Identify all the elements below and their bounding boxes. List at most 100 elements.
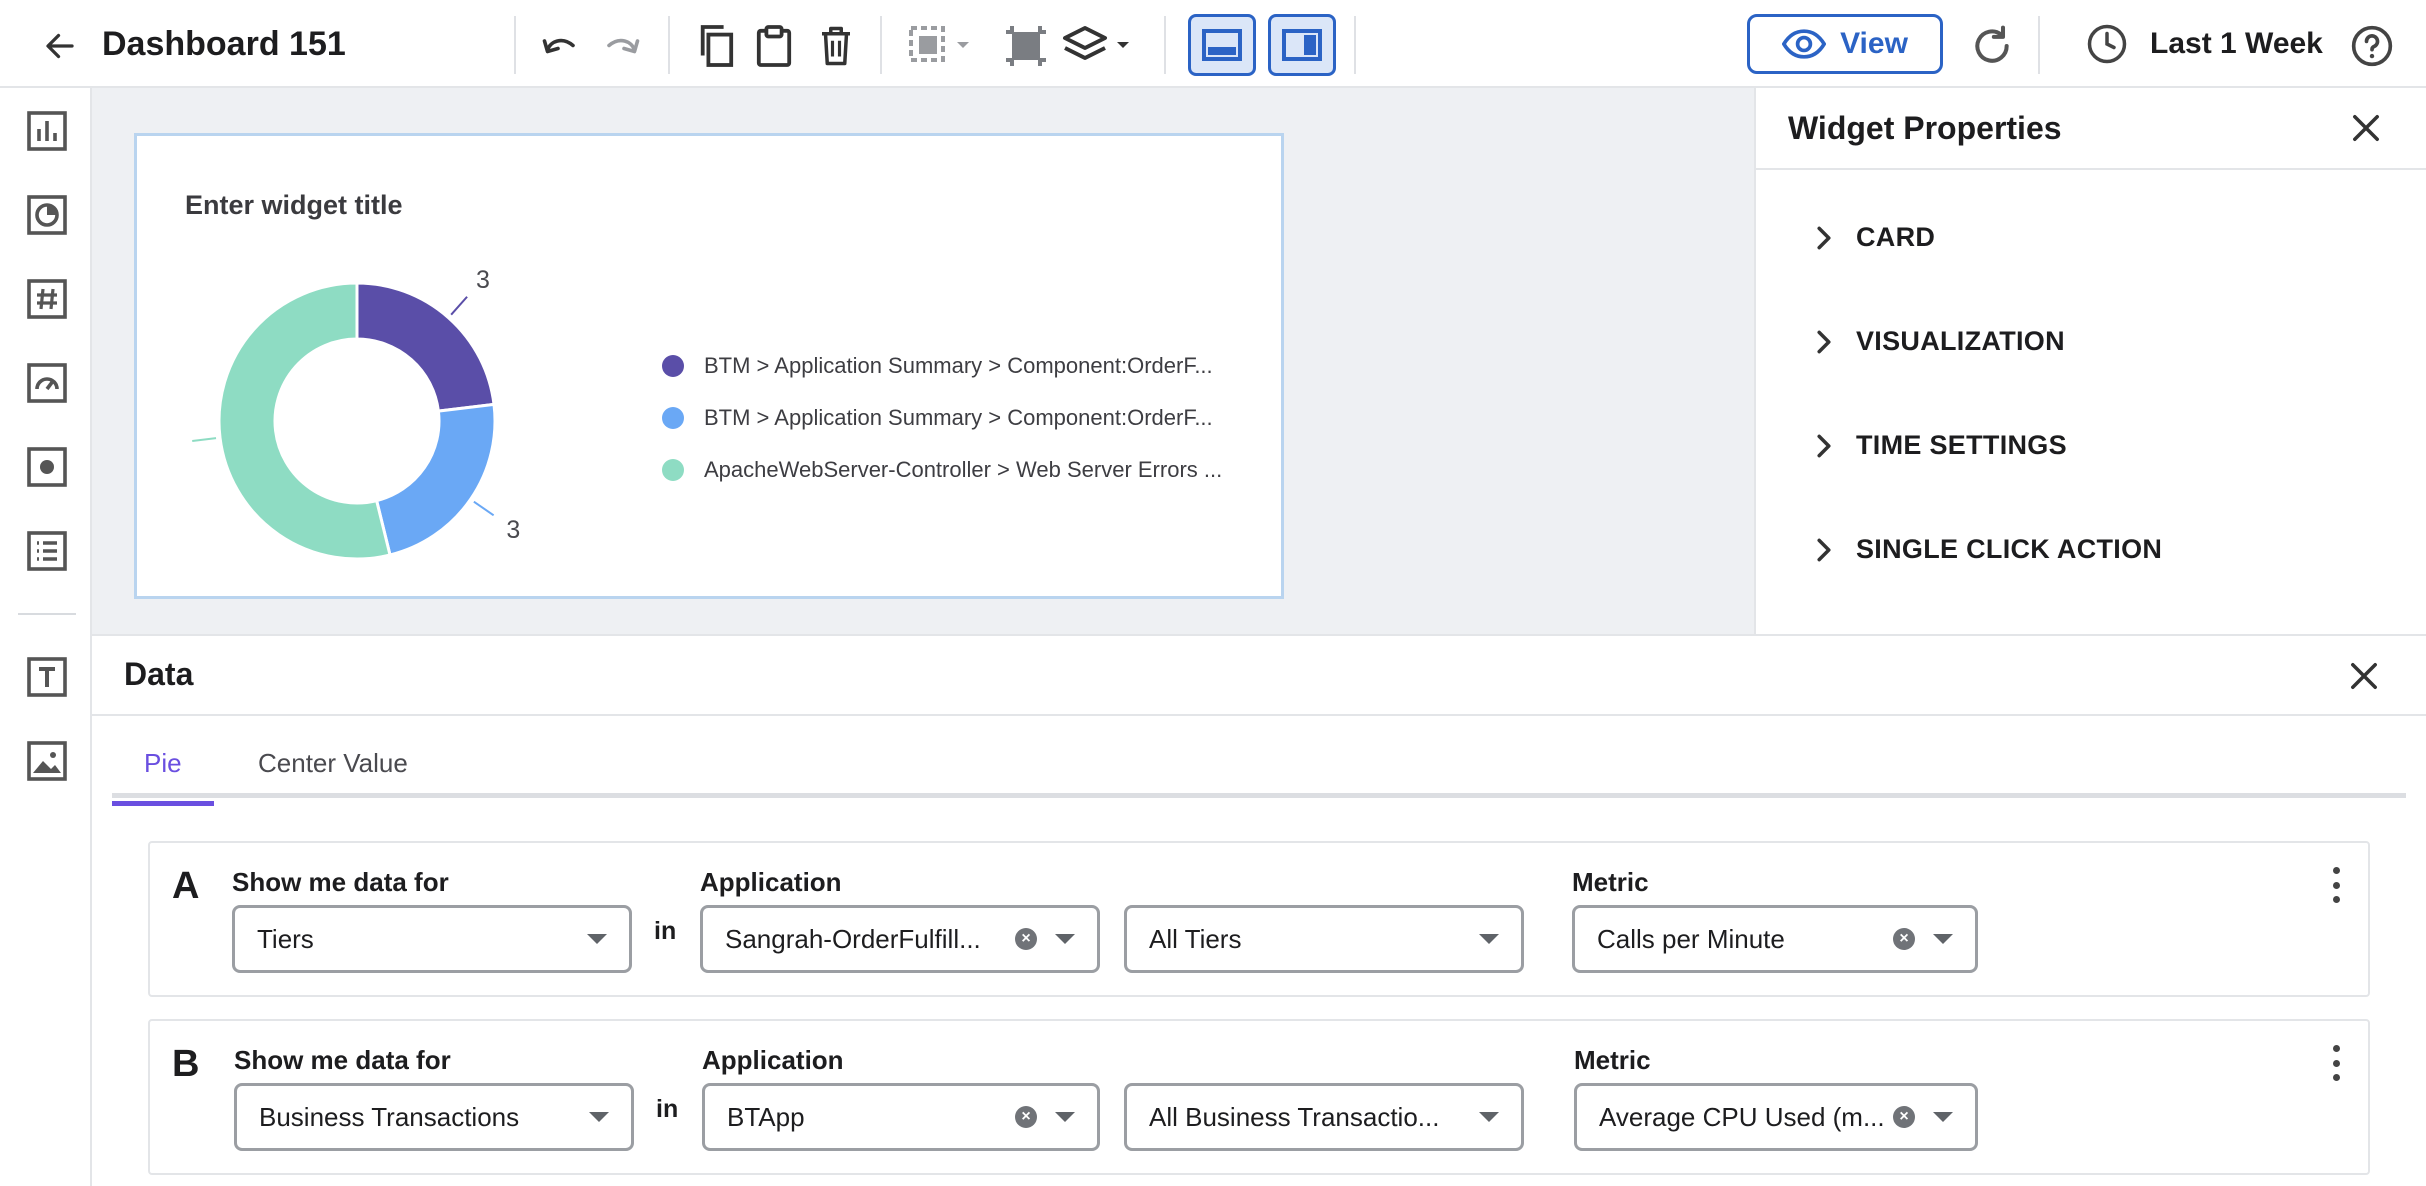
clear-icon[interactable]: ×	[1015, 1106, 1037, 1128]
query-letter: A	[172, 865, 200, 907]
image-icon[interactable]	[26, 740, 68, 782]
pie-slice[interactable]	[355, 281, 496, 413]
back-arrow-icon[interactable]	[38, 24, 82, 68]
pie-widget[interactable]: Enter widget title 337 BTM > Application…	[134, 133, 1284, 599]
show-me-data-label: Show me data for	[232, 867, 449, 897]
scope-value: All Business Transactio...	[1149, 1101, 1440, 1132]
chevron-down-icon	[589, 1112, 609, 1122]
more-options-icon[interactable]	[2326, 1041, 2346, 1085]
refresh-icon[interactable]	[1968, 22, 2016, 70]
entity-type-value: Tiers	[257, 923, 314, 954]
donut-chart: 337	[192, 266, 520, 561]
metric-select[interactable]: Calls per Minute ×	[1572, 905, 1978, 973]
more-options-icon[interactable]	[2326, 863, 2346, 907]
legend-label: BTM > Application Summary > Component:Or…	[704, 405, 1213, 430]
layers-icon[interactable]	[1062, 22, 1136, 70]
chevron-right-icon	[1817, 538, 1831, 561]
widget-properties-panel: Widget Properties CARD VISUALIZATION TIM…	[1754, 88, 2426, 634]
chevron-down-icon	[1933, 934, 1953, 944]
chevron-right-icon	[1817, 226, 1831, 249]
status-icon[interactable]	[26, 446, 68, 488]
help-icon[interactable]	[2348, 22, 2396, 70]
view-button[interactable]: View	[1747, 14, 1943, 74]
data-title: Data	[124, 656, 194, 692]
gauge-icon[interactable]	[26, 362, 68, 404]
metric-label: Metric	[1574, 1045, 1651, 1075]
legend-swatch	[662, 355, 684, 377]
in-label: in	[654, 917, 677, 945]
paste-icon[interactable]	[752, 22, 796, 70]
legend-item[interactable]: BTM > Application Summary > Component:Or…	[662, 340, 1222, 392]
text-icon[interactable]	[26, 656, 68, 698]
list-icon[interactable]	[26, 530, 68, 572]
layout-side-panel-icon[interactable]	[1268, 14, 1336, 76]
scope-value: All Tiers	[1149, 923, 1242, 954]
section-visualization[interactable]: VISUALIZATION	[1816, 326, 2065, 357]
pie-slice[interactable]	[374, 402, 497, 557]
label-leader-line	[473, 500, 495, 517]
delete-icon[interactable]	[816, 22, 856, 70]
application-select[interactable]: Sangrah-OrderFulfill... ×	[700, 905, 1100, 973]
number-icon[interactable]	[26, 278, 68, 320]
scope-select[interactable]: All Business Transactio...	[1124, 1083, 1524, 1151]
bar-chart-icon[interactable]	[26, 110, 68, 152]
section-time-settings-label: TIME SETTINGS	[1856, 430, 2067, 460]
widget-title[interactable]: Enter widget title	[185, 190, 403, 221]
entity-type-value: Business Transactions	[259, 1101, 520, 1132]
dashboard-title: Dashboard 151	[102, 25, 346, 63]
copy-icon[interactable]	[694, 22, 738, 70]
pie-chart-icon[interactable]	[26, 194, 68, 236]
tab-pie[interactable]: Pie	[112, 748, 214, 806]
scope-select[interactable]: All Tiers	[1124, 905, 1524, 973]
section-card-label: CARD	[1856, 222, 1936, 252]
application-label: Application	[702, 1045, 844, 1075]
clear-icon[interactable]: ×	[1893, 928, 1915, 950]
crop-icon[interactable]	[1002, 22, 1050, 70]
data-header: Data	[92, 636, 2426, 716]
group-icon[interactable]	[906, 22, 976, 70]
clear-icon[interactable]: ×	[1893, 1106, 1915, 1128]
metric-label: Metric	[1572, 867, 1649, 897]
metric-select[interactable]: Average CPU Used (m... ×	[1574, 1083, 1978, 1151]
section-single-click-action-label: SINGLE CLICK ACTION	[1856, 534, 2163, 564]
properties-title: Widget Properties	[1788, 110, 2062, 146]
section-single-click-action[interactable]: SINGLE CLICK ACTION	[1816, 534, 2162, 565]
data-label: 3	[506, 516, 520, 544]
application-select[interactable]: BTApp ×	[702, 1083, 1100, 1151]
application-value: BTApp	[727, 1101, 805, 1132]
chevron-right-icon	[1817, 330, 1831, 353]
properties-header: Widget Properties	[1756, 88, 2426, 170]
label-leader-line	[192, 437, 217, 443]
metric-value: Average CPU Used (m...	[1599, 1101, 1885, 1132]
legend-label: BTM > Application Summary > Component:Or…	[704, 353, 1213, 378]
clock-icon	[2087, 24, 2127, 64]
undo-icon[interactable]	[538, 24, 584, 70]
eye-icon	[1782, 29, 1827, 59]
entity-type-select[interactable]: Business Transactions	[234, 1083, 634, 1151]
close-icon[interactable]	[2344, 656, 2384, 696]
metric-value: Calls per Minute	[1597, 923, 1785, 954]
data-tabs: Pie Center Value	[112, 740, 2406, 806]
time-range-picker[interactable]: Last 1 Week	[2086, 14, 2323, 74]
tab-center-value[interactable]: Center Value	[226, 748, 440, 794]
section-time-settings[interactable]: TIME SETTINGS	[1816, 430, 2067, 461]
legend-item[interactable]: ApacheWebServer-Controller > Web Server …	[662, 444, 1222, 496]
close-icon[interactable]	[2346, 108, 2386, 148]
redo-icon[interactable]	[598, 24, 644, 70]
legend-item[interactable]: BTM > Application Summary > Component:Or…	[662, 392, 1222, 444]
data-label: 3	[476, 266, 490, 294]
section-card[interactable]: CARD	[1816, 222, 1935, 253]
chevron-down-icon	[1055, 934, 1075, 944]
application-value: Sangrah-OrderFulfill...	[725, 923, 981, 954]
layout-bottom-panel-icon[interactable]	[1188, 14, 1256, 76]
entity-type-select[interactable]: Tiers	[232, 905, 632, 973]
show-me-data-label: Show me data for	[234, 1045, 451, 1075]
data-panel: Data Pie Center Value A Show me data for…	[92, 634, 2426, 1186]
label-leader-line	[450, 296, 468, 316]
rail-divider	[18, 613, 76, 615]
chevron-down-icon	[587, 934, 607, 944]
application-label: Application	[700, 867, 842, 897]
chevron-right-icon	[1817, 434, 1831, 457]
query-letter: B	[172, 1043, 200, 1085]
clear-icon[interactable]: ×	[1015, 928, 1037, 950]
